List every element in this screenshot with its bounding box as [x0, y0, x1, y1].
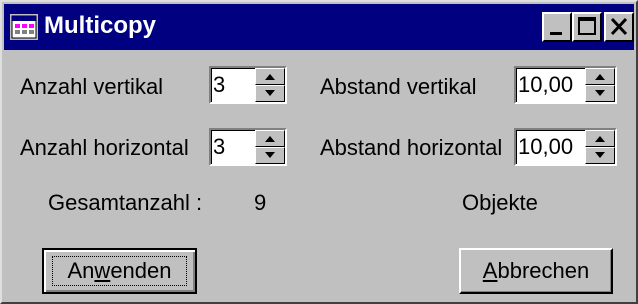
anzahl-horizontal-spinner[interactable]: 3: [209, 128, 287, 166]
gesamtanzahl-label: Gesamtanzahl :: [48, 190, 203, 215]
abbrechen-button[interactable]: Abbrechen: [459, 248, 613, 294]
arrow-down-icon: [265, 90, 275, 96]
anwenden-button-label: Anwenden: [67, 258, 172, 283]
maximize-icon: [578, 17, 596, 35]
abstand-vertikal-spinner[interactable]: 10,00: [514, 66, 617, 104]
arrow-up-icon: [595, 74, 605, 80]
anzahl-horizontal-up-button[interactable]: [255, 130, 285, 147]
abbrechen-button-label: Abbrechen: [482, 258, 590, 283]
arrow-down-icon: [595, 90, 605, 96]
anzahl-vertikal-spinner[interactable]: 3: [209, 66, 287, 104]
arrow-up-icon: [265, 136, 275, 142]
abstand-horizontal-value[interactable]: 10,00: [518, 133, 573, 161]
anwenden-button[interactable]: Anwenden: [42, 248, 197, 294]
abstand-vertikal-up-button[interactable]: [585, 68, 615, 85]
abstand-horizontal-down-button[interactable]: [585, 147, 615, 164]
objekte-label: Objekte: [462, 190, 538, 215]
abstand-horizontal-label: Abstand horizontal: [320, 135, 503, 160]
arrow-down-icon: [265, 152, 275, 158]
abstand-vertikal-down-button[interactable]: [585, 85, 615, 102]
anzahl-vertikal-down-button[interactable]: [255, 85, 285, 102]
anzahl-horizontal-down-button[interactable]: [255, 147, 285, 164]
minimize-icon: [550, 32, 562, 35]
close-button[interactable]: [604, 12, 634, 42]
arrow-up-icon: [595, 136, 605, 142]
multicopy-app-icon[interactable]: [10, 14, 38, 40]
anzahl-horizontal-label: Anzahl horizontal: [20, 135, 189, 160]
abstand-horizontal-spinner[interactable]: 10,00: [514, 128, 617, 166]
multicopy-dialog: Multicopy Anzahl vertikal 3 Abstand vert…: [0, 0, 638, 304]
anzahl-vertikal-value[interactable]: 3: [213, 71, 225, 99]
anzahl-vertikal-up-button[interactable]: [255, 68, 285, 85]
minimize-button[interactable]: [542, 12, 572, 42]
title-bar[interactable]: Multicopy: [4, 4, 634, 50]
abstand-vertikal-label: Abstand vertikal: [320, 74, 477, 99]
abstand-horizontal-up-button[interactable]: [585, 130, 615, 147]
window-title: Multicopy: [44, 12, 156, 39]
anzahl-horizontal-value[interactable]: 3: [213, 133, 225, 161]
anzahl-vertikal-label: Anzahl vertikal: [20, 74, 164, 99]
maximize-button[interactable]: [572, 12, 602, 42]
gesamtanzahl-value: 9: [254, 190, 267, 215]
close-icon: [610, 17, 628, 36]
abstand-vertikal-value[interactable]: 10,00: [518, 71, 573, 99]
arrow-up-icon: [265, 74, 275, 80]
arrow-down-icon: [595, 152, 605, 158]
